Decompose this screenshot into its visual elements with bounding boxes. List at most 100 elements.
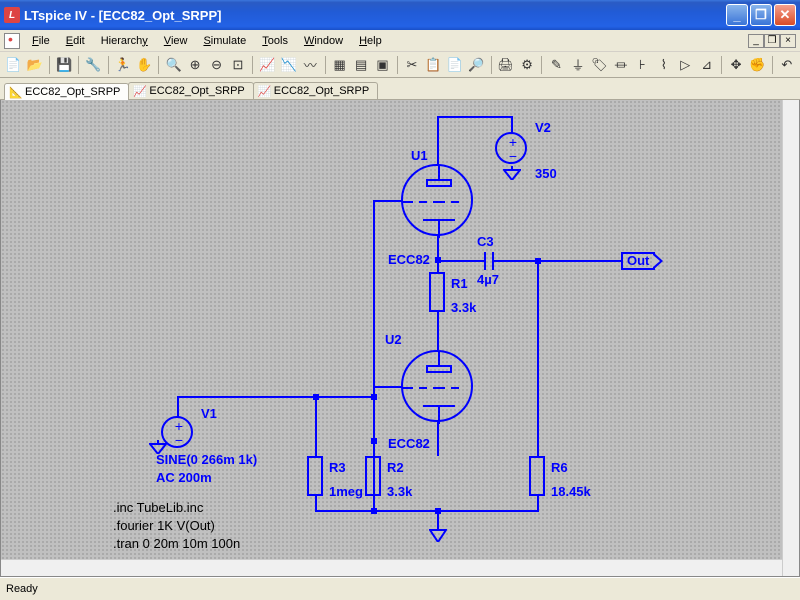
fft-button[interactable]: 〰: [301, 55, 319, 75]
wire[interactable]: [437, 236, 439, 272]
ground-symbol[interactable]: [429, 526, 447, 545]
wire[interactable]: [537, 260, 539, 456]
c3-value[interactable]: 4µ7: [477, 272, 499, 287]
drag-button[interactable]: ✊: [748, 55, 766, 75]
r6-ref[interactable]: R6: [551, 460, 568, 475]
r1-ref[interactable]: R1: [451, 276, 468, 291]
wire-button[interactable]: ✎: [547, 55, 565, 75]
tube-u2[interactable]: [401, 350, 473, 422]
resistor-r1[interactable]: [429, 272, 445, 312]
menu-edit[interactable]: Edit: [58, 35, 93, 47]
wire[interactable]: [437, 260, 479, 262]
wire[interactable]: [437, 116, 511, 118]
net-label-out[interactable]: Out: [621, 252, 655, 270]
minimize-button[interactable]: _: [726, 4, 748, 26]
r1-value[interactable]: 3.3k: [451, 300, 476, 315]
directive-2[interactable]: .fourier 1K V(Out): [113, 518, 215, 533]
save-button[interactable]: 💾: [55, 55, 73, 75]
wire[interactable]: [373, 386, 403, 388]
halt-button[interactable]: ✋: [135, 55, 153, 75]
menu-view[interactable]: View: [156, 35, 196, 47]
tile-button[interactable]: ▦: [330, 55, 348, 75]
move-button[interactable]: ✥: [727, 55, 745, 75]
mdi-close-button[interactable]: ×: [780, 34, 796, 48]
wire[interactable]: [177, 396, 375, 398]
find-button[interactable]: 🔎: [467, 55, 485, 75]
v2-ref[interactable]: V2: [535, 120, 551, 135]
directive-1[interactable]: .inc TubeLib.inc: [113, 500, 203, 515]
component-button[interactable]: ⊿: [697, 55, 715, 75]
c3-ref[interactable]: C3: [477, 234, 494, 249]
zoom-in-button[interactable]: 🔍: [164, 55, 182, 75]
tab-waveform-2[interactable]: 📈 ECC82_Opt_SRPP: [128, 82, 253, 99]
v1-ref[interactable]: V1: [201, 406, 217, 421]
print-setup-button[interactable]: ⚙: [518, 55, 536, 75]
menu-help[interactable]: Help: [351, 35, 390, 47]
r6-value[interactable]: 18.45k: [551, 484, 591, 499]
menu-hierarchy[interactable]: Hierarchy: [93, 35, 156, 47]
copy-button[interactable]: 📋: [424, 55, 442, 75]
cut-button[interactable]: ✂: [403, 55, 421, 75]
voltage-source-v2[interactable]: +−: [495, 132, 527, 164]
u1-model[interactable]: ECC82: [388, 252, 430, 267]
menu-simulate[interactable]: Simulate: [195, 35, 254, 47]
resistor-r2[interactable]: [365, 456, 381, 496]
r3-ref[interactable]: R3: [329, 460, 346, 475]
paste-button[interactable]: 📄: [446, 55, 464, 75]
close-windows-button[interactable]: ▣: [373, 55, 391, 75]
wire[interactable]: [537, 496, 539, 510]
resistor-r3[interactable]: [307, 456, 323, 496]
maximize-button[interactable]: ❐: [750, 4, 772, 26]
horizontal-scrollbar[interactable]: [1, 559, 782, 576]
pick-trace-button[interactable]: 📉: [280, 55, 298, 75]
tab-waveform-3[interactable]: 📈 ECC82_Opt_SRPP: [253, 82, 378, 99]
ground-button[interactable]: ⏚: [569, 55, 587, 75]
new-schematic-button[interactable]: 📄: [4, 55, 22, 75]
r2-ref[interactable]: R2: [387, 460, 404, 475]
resistor-button[interactable]: ⏛: [612, 55, 630, 75]
undo-button[interactable]: ↶: [778, 55, 796, 75]
u2-model[interactable]: ECC82: [388, 436, 430, 451]
v1-value1[interactable]: SINE(0 266m 1k): [156, 452, 257, 467]
wire[interactable]: [373, 200, 403, 202]
u1-ref[interactable]: U1: [411, 148, 428, 163]
open-button[interactable]: 📂: [25, 55, 43, 75]
control-panel-button[interactable]: 🔧: [84, 55, 102, 75]
r2-value[interactable]: 3.3k: [387, 484, 412, 499]
wire[interactable]: [177, 396, 179, 418]
capacitor-button[interactable]: ⊦: [633, 55, 651, 75]
close-button[interactable]: ✕: [774, 4, 796, 26]
u2-ref[interactable]: U2: [385, 332, 402, 347]
label-net-button[interactable]: 🏷: [590, 55, 608, 75]
autorange-button[interactable]: 📈: [258, 55, 276, 75]
schematic-canvas[interactable]: ↖ +− V2 350 U1 ECC82 C3 4µ7 Out: [0, 100, 800, 577]
mdi-restore-button[interactable]: ❐: [764, 34, 780, 48]
wire[interactable]: [315, 510, 539, 512]
directive-3[interactable]: .tran 0 20m 10m 100n: [113, 536, 240, 551]
r3-value[interactable]: 1meg: [329, 484, 363, 499]
mdi-minimize-button[interactable]: _: [748, 34, 764, 48]
wire[interactable]: [437, 116, 439, 166]
diode-button[interactable]: ▷: [676, 55, 694, 75]
resistor-r6[interactable]: [529, 456, 545, 496]
capacitor-c3[interactable]: [479, 250, 499, 274]
zoom-fit-button[interactable]: ⊡: [229, 55, 247, 75]
inductor-button[interactable]: ⌇: [655, 55, 673, 75]
zoom-out-button[interactable]: ⊖: [207, 55, 225, 75]
cascade-button[interactable]: ▤: [352, 55, 370, 75]
tab-schematic-1[interactable]: 📐 ECC82_Opt_SRPP: [4, 83, 129, 100]
print-button[interactable]: 🖨: [496, 55, 514, 75]
wire[interactable]: [315, 396, 317, 456]
ground-symbol[interactable]: [503, 166, 521, 183]
zoom-pan-button[interactable]: ⊕: [186, 55, 204, 75]
wire[interactable]: [437, 422, 439, 456]
wire[interactable]: [315, 496, 317, 510]
menu-tools[interactable]: Tools: [254, 35, 296, 47]
tube-u1[interactable]: [401, 164, 473, 236]
app-small-icon[interactable]: [4, 33, 20, 49]
menu-file[interactable]: File: [24, 35, 58, 47]
run-button[interactable]: 🏃: [114, 55, 132, 75]
v2-value[interactable]: 350: [535, 166, 557, 181]
wire[interactable]: [501, 260, 621, 262]
menu-window[interactable]: Window: [296, 35, 351, 47]
